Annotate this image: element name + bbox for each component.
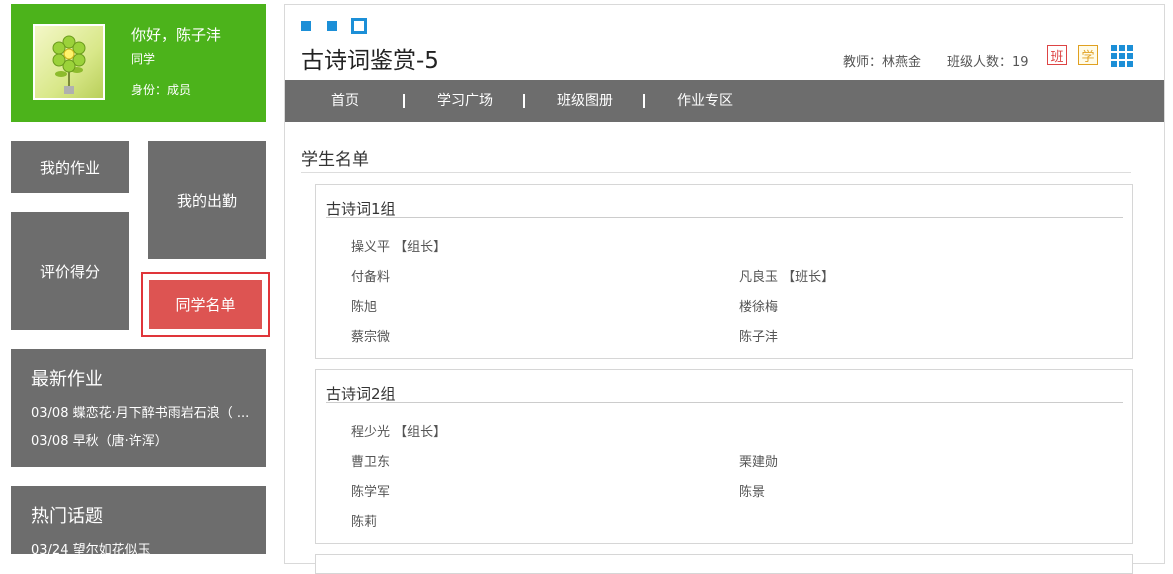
divider: [301, 172, 1131, 173]
decor-square-icon: [301, 21, 311, 31]
group-member[interactable]: 陈子沣: [739, 326, 778, 345]
my-homework-tile[interactable]: 我的作业: [11, 141, 129, 193]
nav-home[interactable]: 首页: [331, 80, 359, 122]
evaluation-score-tile[interactable]: 评价得分: [11, 212, 129, 330]
role-text: 同学: [131, 52, 156, 66]
latest-homework-title: 最新作业: [31, 369, 103, 390]
group-name: 古诗词1组: [326, 200, 396, 218]
homework-item[interactable]: 03/08 早秋（唐·许浑）: [31, 430, 263, 449]
group-member[interactable]: 陈学军: [351, 481, 390, 500]
homework-item[interactable]: 03/08 蝶恋花·月下醉书雨岩石浪（ ...: [31, 402, 263, 421]
divider: [326, 217, 1123, 218]
group-member[interactable]: 陈旭: [351, 296, 377, 315]
roster-title: 学生名单: [301, 150, 369, 170]
topic-item[interactable]: 03/24 望尔如花似玉: [31, 539, 263, 558]
nav-class-album[interactable]: 班级图册: [557, 80, 613, 122]
course-title: 古诗词鉴赏-5: [301, 48, 439, 74]
group-member[interactable]: 栗建勋: [739, 451, 778, 470]
group-member[interactable]: 陈景: [739, 481, 765, 500]
classmates-tile[interactable]: 同学名单: [149, 280, 262, 329]
decor-square-outline-icon: [351, 18, 367, 34]
profile-card: 你好，陈子沣 同学 身份：成员: [11, 4, 266, 122]
group-member[interactable]: 蔡宗微: [351, 326, 390, 345]
hot-topics-panel: 热门话题 03/24 望尔如花似玉: [11, 486, 266, 558]
avatar[interactable]: [33, 24, 105, 100]
classmates-label: 同学名单: [175, 296, 236, 314]
evaluation-score-label: 评价得分: [39, 262, 100, 281]
nav-divider: [643, 94, 645, 108]
group-member[interactable]: 凡良玉 【班长】: [739, 266, 834, 285]
classmates-tile-highlight: 同学名单: [141, 272, 270, 337]
group-member[interactable]: 曹卫东: [351, 451, 390, 470]
decor-square-icon: [327, 21, 337, 31]
main-content: 古诗词鉴赏-5 教师：林燕金 班级人数：19 班 学 首页 学习广场 班级图册 …: [284, 4, 1165, 574]
my-homework-label: 我的作业: [39, 158, 100, 177]
student-group: 古诗词2组 程少光 【组长】 曹卫东 栗建勋 陈学军 陈景 陈莉: [315, 369, 1133, 544]
group-member[interactable]: 陈莉: [351, 511, 377, 530]
class-badge-icon[interactable]: 班: [1047, 45, 1067, 65]
group-member[interactable]: 付备料: [351, 266, 390, 285]
course-nav-bar: 首页 学习广场 班级图册 作业专区: [285, 80, 1164, 122]
my-attendance-label: 我的出勤: [176, 191, 237, 210]
grid-menu-icon[interactable]: [1111, 45, 1133, 67]
nav-divider: [523, 94, 525, 108]
group-member[interactable]: 程少光 【组长】: [351, 421, 446, 440]
flower-icon: [52, 35, 86, 94]
nav-homework-zone[interactable]: 作业专区: [677, 80, 733, 122]
student-group: 古诗词1组 操义平 【组长】 付备料 凡良玉 【班长】 陈旭 楼徐梅 蔡宗微 陈…: [315, 184, 1133, 359]
class-size-text: 班级人数：19: [947, 55, 1029, 70]
nav-learning-plaza[interactable]: 学习广场: [437, 80, 493, 122]
my-attendance-tile[interactable]: 我的出勤: [148, 141, 266, 259]
student-group: [315, 554, 1133, 574]
hot-topics-title: 热门话题: [31, 506, 103, 527]
group-name: 古诗词2组: [326, 385, 396, 403]
teacher-text: 教师：林燕金: [843, 55, 922, 70]
group-member[interactable]: 楼徐梅: [739, 296, 778, 315]
identity-text: 身份：成员: [131, 83, 192, 97]
greeting-text: 你好，陈子沣: [131, 26, 222, 44]
latest-homework-panel: 最新作业 03/08 蝶恋花·月下醉书雨岩石浪（ ... 03/08 早秋（唐·…: [11, 349, 266, 467]
study-badge-icon[interactable]: 学: [1078, 45, 1098, 65]
divider: [326, 402, 1123, 403]
nav-divider: [403, 94, 405, 108]
group-member[interactable]: 操义平 【组长】: [351, 236, 446, 255]
